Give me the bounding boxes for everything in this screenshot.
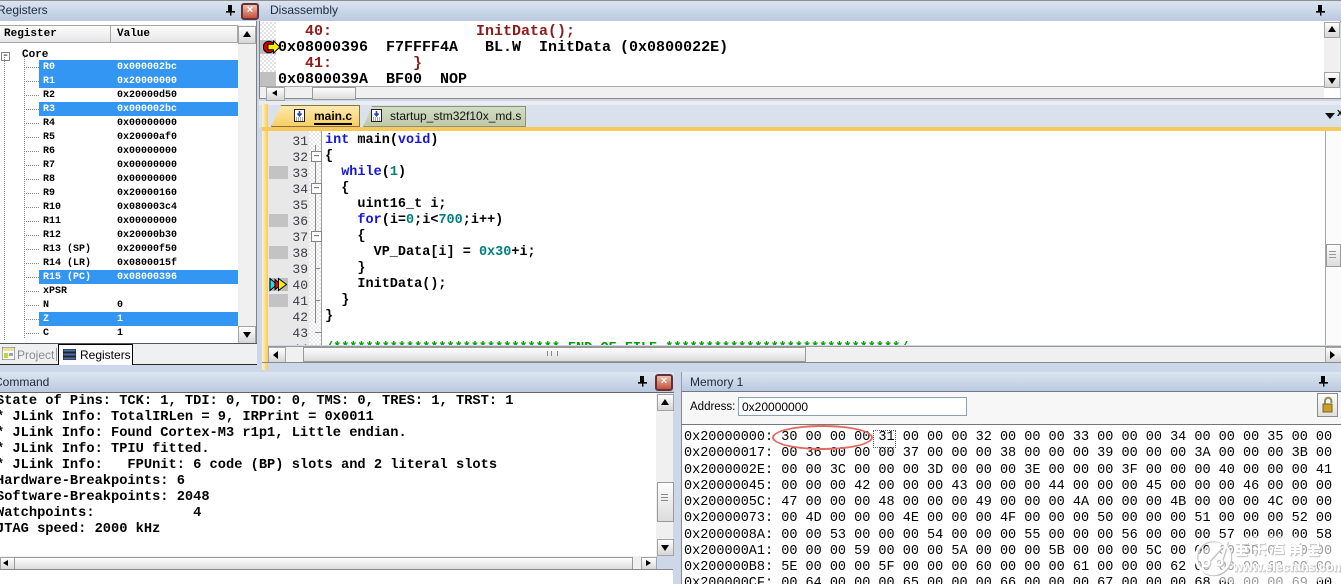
svg-text:www.elecfans.com: www.elecfans.com [1232,560,1341,574]
